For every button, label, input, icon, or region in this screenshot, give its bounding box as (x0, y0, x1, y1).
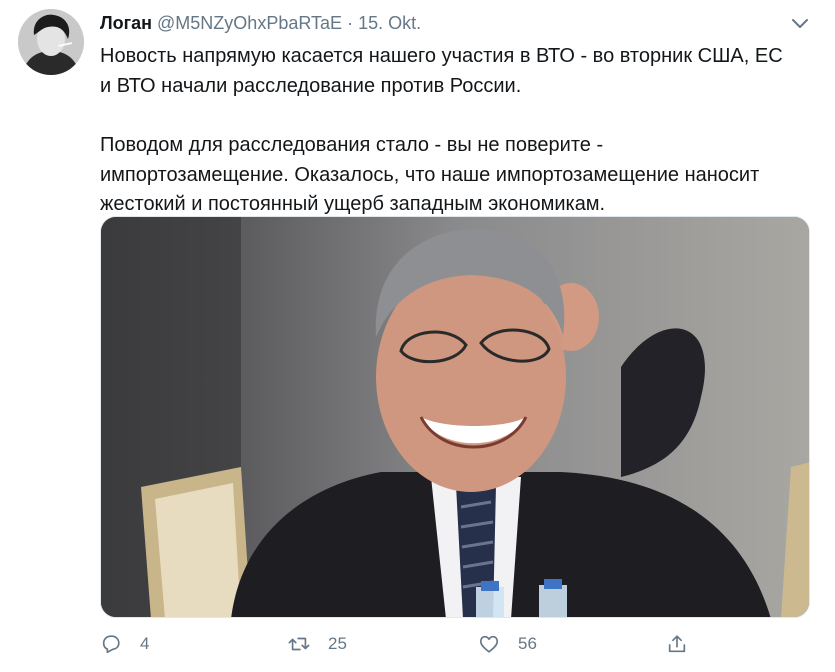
separator-dot: · (347, 13, 354, 33)
like-icon (479, 635, 499, 653)
retweet-icon (288, 637, 310, 651)
tweet-text: Новость напрямую касается нашего участия… (100, 42, 800, 220)
tweet[interactable]: Логан @M5NZyOhxPbaRTaE · 15. Okt. Новост… (0, 0, 835, 672)
reply-icon (102, 635, 120, 654)
tweet-date[interactable]: 15. Okt. (358, 13, 421, 33)
tweet-photo[interactable] (100, 216, 810, 618)
author-name[interactable]: Логан (100, 13, 152, 33)
action-bar: 4 25 56 (100, 628, 800, 660)
tweet-paragraph-2: Поводом для расследования стало - вы не … (100, 134, 760, 215)
author-handle[interactable]: @M5NZyOhxPbaRTaE (157, 13, 342, 33)
retweet-button[interactable]: 25 (288, 628, 347, 660)
like-count: 56 (518, 634, 537, 653)
avatar[interactable] (18, 9, 84, 75)
tweet-paragraph-1: Новость напрямую касается нашего участия… (100, 45, 783, 97)
share-icon (668, 635, 686, 653)
like-button[interactable]: 56 (478, 628, 537, 660)
chevron-down-icon[interactable] (789, 12, 811, 34)
reply-button[interactable]: 4 (100, 628, 149, 660)
share-button[interactable] (666, 628, 688, 660)
tweet-header: Логан @M5NZyOhxPbaRTaE · 15. Okt. (100, 11, 421, 35)
reply-count: 4 (140, 634, 150, 653)
retweet-count: 25 (328, 634, 347, 653)
